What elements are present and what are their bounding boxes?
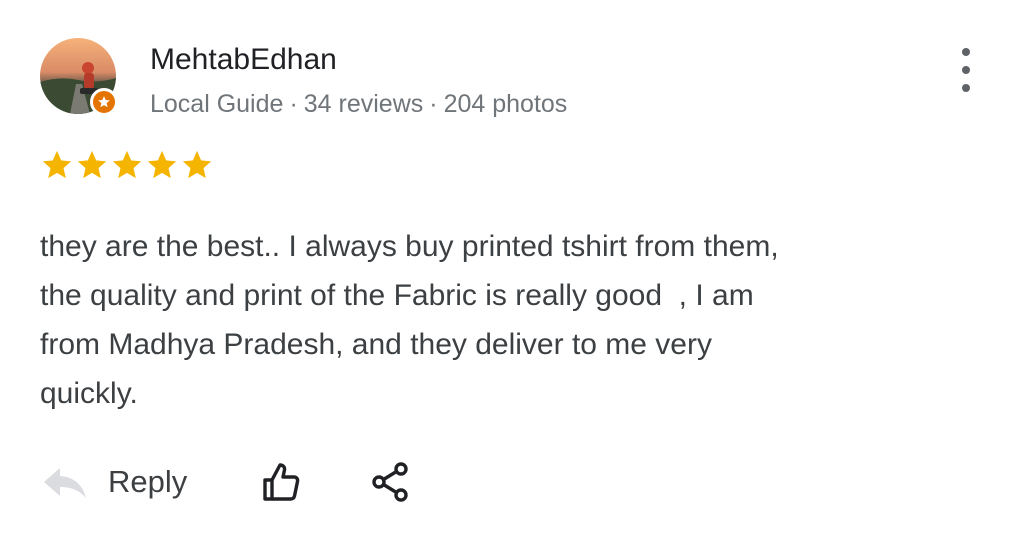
like-button[interactable] bbox=[259, 460, 303, 504]
star-icon bbox=[112, 150, 142, 179]
more-vert-icon-dot bbox=[962, 66, 970, 74]
star-rating bbox=[40, 148, 214, 182]
photos-count: 204 photos bbox=[443, 90, 568, 118]
meta-separator: · bbox=[289, 90, 298, 118]
thumbs-up-icon bbox=[263, 463, 300, 501]
star-icon bbox=[77, 150, 107, 179]
reviews-count: 34 reviews bbox=[303, 90, 424, 118]
share-button[interactable] bbox=[369, 460, 413, 504]
reply-button[interactable]: Reply bbox=[40, 462, 187, 502]
author-avatar-wrap[interactable] bbox=[40, 38, 118, 116]
meta-separator: · bbox=[429, 90, 438, 118]
star-icon bbox=[42, 150, 72, 179]
author-name[interactable]: MehtabEdhan bbox=[150, 42, 337, 78]
star-icon bbox=[182, 150, 212, 179]
more-options-button[interactable] bbox=[952, 48, 980, 92]
review-text: they are the best.. I always buy printed… bbox=[40, 230, 779, 410]
reply-arrow-icon bbox=[44, 468, 86, 498]
review-card: MehtabEdhan Local Guide · 34 reviews · 204 p… bbox=[0, 0, 1024, 556]
review-actions: Reply bbox=[40, 454, 413, 510]
more-vert-icon-dot bbox=[962, 84, 970, 92]
more-vert-icon bbox=[962, 48, 970, 56]
local-guide-label: Local Guide bbox=[150, 90, 284, 118]
share-icon bbox=[372, 462, 408, 502]
reply-label: Reply bbox=[108, 464, 188, 499]
local-guide-badge-icon bbox=[90, 88, 118, 116]
star-icon bbox=[147, 150, 177, 179]
author-meta: Local Guide · 34 reviews · 204 photos bbox=[150, 88, 567, 120]
